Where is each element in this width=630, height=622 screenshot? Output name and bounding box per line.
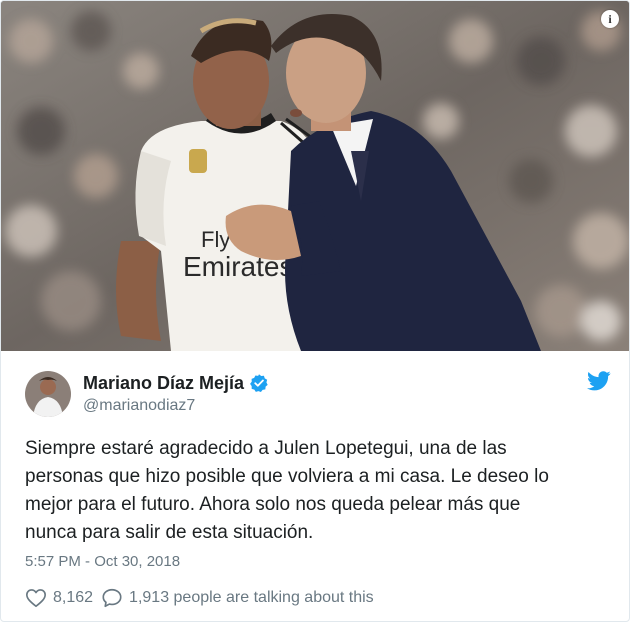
twitter-bird-icon[interactable] — [587, 371, 611, 391]
tweet-photo[interactable]: Fly Emirates i — [1, 1, 629, 351]
author-names: Mariano Díaz Mejía @marianodiaz7 — [83, 372, 269, 415]
conversation-action[interactable]: 1,913 people are talking about this — [101, 587, 374, 609]
like-count: 8,162 — [53, 589, 94, 606]
speech-bubble-icon — [102, 588, 122, 608]
avatar[interactable] — [25, 371, 71, 417]
conversation-text: 1,913 people are talking about this — [129, 589, 374, 606]
author-handle[interactable]: @marianodiaz7 — [83, 397, 269, 415]
tweet-card: Fly Emirates i Mariano Díaz Mejía @maria… — [0, 0, 630, 622]
like-action[interactable]: 8,162 — [25, 587, 93, 609]
heart-icon — [26, 589, 46, 608]
tweet-header: Mariano Díaz Mejía @marianodiaz7 — [25, 369, 611, 419]
info-button[interactable]: i — [601, 10, 619, 28]
svg-text:Fly: Fly — [201, 227, 230, 252]
display-name-row: Mariano Díaz Mejía — [83, 372, 269, 394]
display-name[interactable]: Mariano Díaz Mejía — [83, 373, 244, 394]
verified-badge-icon — [250, 374, 268, 392]
photo-illustration: Fly Emirates — [1, 1, 629, 351]
tweet-actions: 8,162 1,913 people are talking about thi… — [25, 587, 374, 609]
info-icon: i — [608, 12, 612, 26]
tweet-timestamp[interactable]: 5:57 PM - Oct 30, 2018 — [25, 553, 180, 570]
tweet-text: Siempre estaré agradecido a Julen Lopete… — [25, 438, 549, 543]
